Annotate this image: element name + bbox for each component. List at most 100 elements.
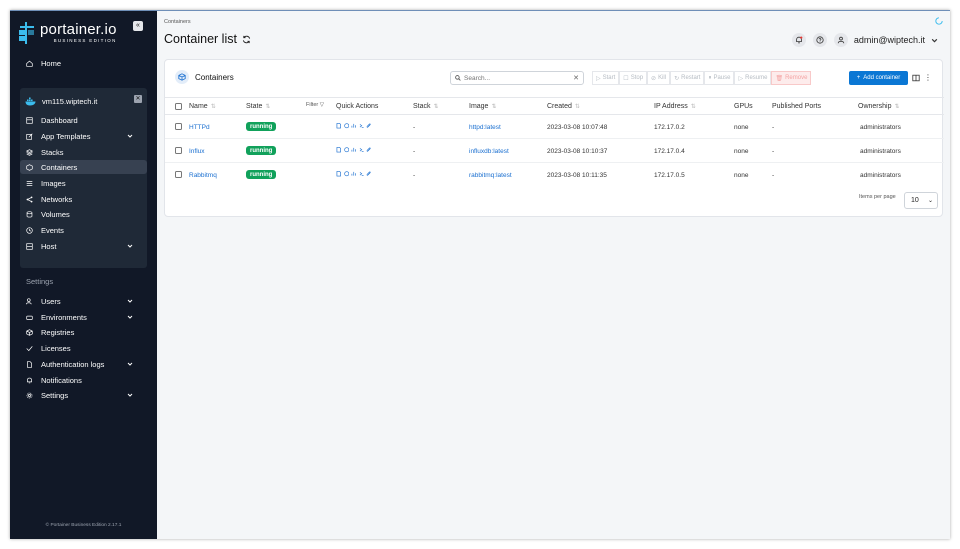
sidebar-item-containers[interactable]: Containers — [20, 160, 147, 174]
gpus-cell: none — [734, 148, 749, 155]
help-button[interactable] — [812, 33, 827, 47]
stats-icon[interactable] — [351, 123, 357, 129]
console-icon[interactable] — [359, 147, 365, 153]
collapse-sidebar-button[interactable]: « — [133, 21, 143, 31]
sidebar-item-dashboard[interactable]: Dashboard — [20, 113, 147, 127]
attach-icon[interactable] — [366, 123, 372, 129]
column-state[interactable]: State ⇅ — [246, 103, 270, 110]
created-cell: 2023-03-08 10:11:35 — [547, 172, 607, 179]
stats-icon[interactable] — [351, 147, 357, 153]
sidebar-item-host[interactable]: Host — [20, 239, 147, 253]
column-ownership[interactable]: Ownership ⇅ — [858, 103, 900, 110]
items-per-page-select[interactable]: 10 ⌄ — [904, 192, 938, 209]
remove-label: Remove — [785, 75, 808, 81]
row-checkbox[interactable] — [175, 123, 182, 130]
bell-icon — [796, 36, 803, 44]
sidebar-item-volumes[interactable]: Volumes — [20, 207, 147, 221]
row-checkbox[interactable] — [175, 171, 182, 178]
image-link[interactable]: rabbitmq:latest — [469, 172, 512, 179]
column-state-label: State — [246, 103, 263, 110]
card-header: Containers — [175, 70, 234, 84]
stats-icon[interactable] — [351, 171, 357, 177]
container-name-link[interactable]: HTTPd — [189, 124, 210, 131]
attach-icon[interactable] — [366, 171, 372, 177]
sidebar-item-networks[interactable]: Networks — [20, 192, 147, 206]
containers-card: Containers ✕ ▷Start ☐Stop ⊘Kill ↻Restart… — [164, 59, 944, 217]
row-checkbox[interactable] — [175, 147, 182, 154]
column-name[interactable]: Name ⇅ — [189, 103, 216, 110]
close-environment-icon[interactable]: ✕ — [134, 95, 142, 103]
portainer-logo[interactable]: portainer.io BUSINESS EDITION — [18, 19, 138, 47]
sidebar-item-licenses[interactable]: Licenses — [20, 341, 147, 355]
stop-button[interactable]: ☐ Stop — [619, 71, 648, 85]
sidebar-item-events[interactable]: Events — [20, 223, 147, 237]
console-icon[interactable] — [359, 171, 365, 177]
quick-actions — [336, 171, 372, 177]
console-icon[interactable] — [359, 123, 365, 129]
sort-icon: ⇅ — [491, 104, 497, 110]
user-icon — [837, 36, 845, 44]
logs-icon[interactable] — [336, 171, 342, 177]
user-menu[interactable]: admin@wiptech.it — [833, 33, 938, 47]
users-icon — [26, 297, 32, 304]
sidebar-item-app-templates[interactable]: App Templates — [20, 129, 147, 143]
start-label: Start — [602, 75, 616, 81]
sidebar-item-label: Dashboard — [41, 115, 78, 125]
column-created[interactable]: Created ⇅ — [547, 103, 580, 110]
dashboard-icon — [26, 116, 33, 124]
search-input[interactable] — [464, 74, 564, 82]
inspect-icon[interactable] — [343, 147, 350, 153]
quick-actions — [336, 147, 372, 153]
stack-cell: - — [413, 124, 416, 131]
refresh-icon: ↻ — [674, 75, 680, 82]
remove-button[interactable]: 🗑 Remove — [771, 71, 812, 85]
sidebar-item-notifications[interactable]: Notifications — [20, 373, 147, 387]
start-button[interactable]: ▷ Start — [592, 71, 620, 85]
sidebar-item-settings[interactable]: Settings — [20, 388, 147, 402]
column-stack[interactable]: Stack ⇅ — [413, 103, 439, 110]
more-options-icon[interactable]: ⋮ — [924, 73, 932, 82]
settings-heading: Settings — [26, 277, 54, 286]
logs-icon[interactable] — [336, 123, 342, 129]
sidebar-item-images[interactable]: Images — [20, 176, 147, 190]
kill-button[interactable]: ⊘ Kill — [647, 71, 671, 85]
kill-label: Kill — [658, 75, 667, 81]
sidebar-item-home[interactable]: Home — [20, 56, 147, 70]
image-link[interactable]: httpd:latest — [469, 124, 501, 131]
column-ip-address[interactable]: IP Address ⇅ — [654, 103, 696, 110]
container-actions-toolbar: ▷ Start ☐ Stop ⊘ Kill ↻ Restart ⏸ Pause ▷ Resu… — [592, 71, 812, 85]
pause-button[interactable]: ⏸ Pause — [704, 71, 735, 85]
sidebar-item-authentication-logs[interactable]: Authentication logs — [20, 357, 147, 371]
environment-header[interactable]: vm115.wiptech.it — [20, 92, 147, 110]
inspect-icon[interactable] — [343, 123, 350, 129]
sidebar-item-environments[interactable]: Environments — [20, 310, 147, 324]
search-box[interactable]: ✕ — [450, 71, 584, 85]
container-name-link[interactable]: Influx — [189, 148, 205, 155]
column-ownership-label: Ownership — [858, 103, 892, 110]
container-name-link[interactable]: Rabbitmq — [189, 172, 217, 179]
sidebar-item-stacks[interactable]: Stacks — [20, 145, 147, 159]
chevron-down-icon — [931, 38, 938, 42]
history-icon — [26, 226, 33, 234]
select-all-checkbox[interactable] — [175, 103, 182, 110]
table-row: HTTPd running - httpd:latest 2023-03-08 … — [165, 115, 944, 139]
notifications-button[interactable] — [791, 33, 806, 47]
inspect-icon[interactable] — [343, 171, 350, 177]
restart-button[interactable]: ↻ Restart — [670, 71, 705, 85]
columns-icon[interactable] — [912, 74, 920, 82]
logs-icon[interactable] — [336, 147, 342, 153]
refresh-icon[interactable] — [242, 35, 251, 44]
breadcrumb[interactable]: Containers — [164, 19, 191, 25]
filter-button[interactable]: Filter ▽ — [306, 102, 324, 108]
sidebar-item-registries[interactable]: Registries — [20, 325, 147, 339]
add-container-button[interactable]: + Add container — [849, 71, 908, 85]
sidebar-item-label: Images — [41, 178, 66, 188]
clear-search-icon[interactable]: ✕ — [573, 74, 579, 82]
column-image[interactable]: Image ⇅ — [469, 103, 497, 110]
attach-icon[interactable] — [366, 147, 372, 153]
image-link[interactable]: influxdb:latest — [469, 148, 509, 155]
portainer-logo-icon — [19, 22, 34, 44]
box-icon — [175, 70, 189, 84]
sidebar-item-users[interactable]: Users — [20, 294, 147, 308]
resume-button[interactable]: ▷ Resume — [734, 71, 772, 85]
